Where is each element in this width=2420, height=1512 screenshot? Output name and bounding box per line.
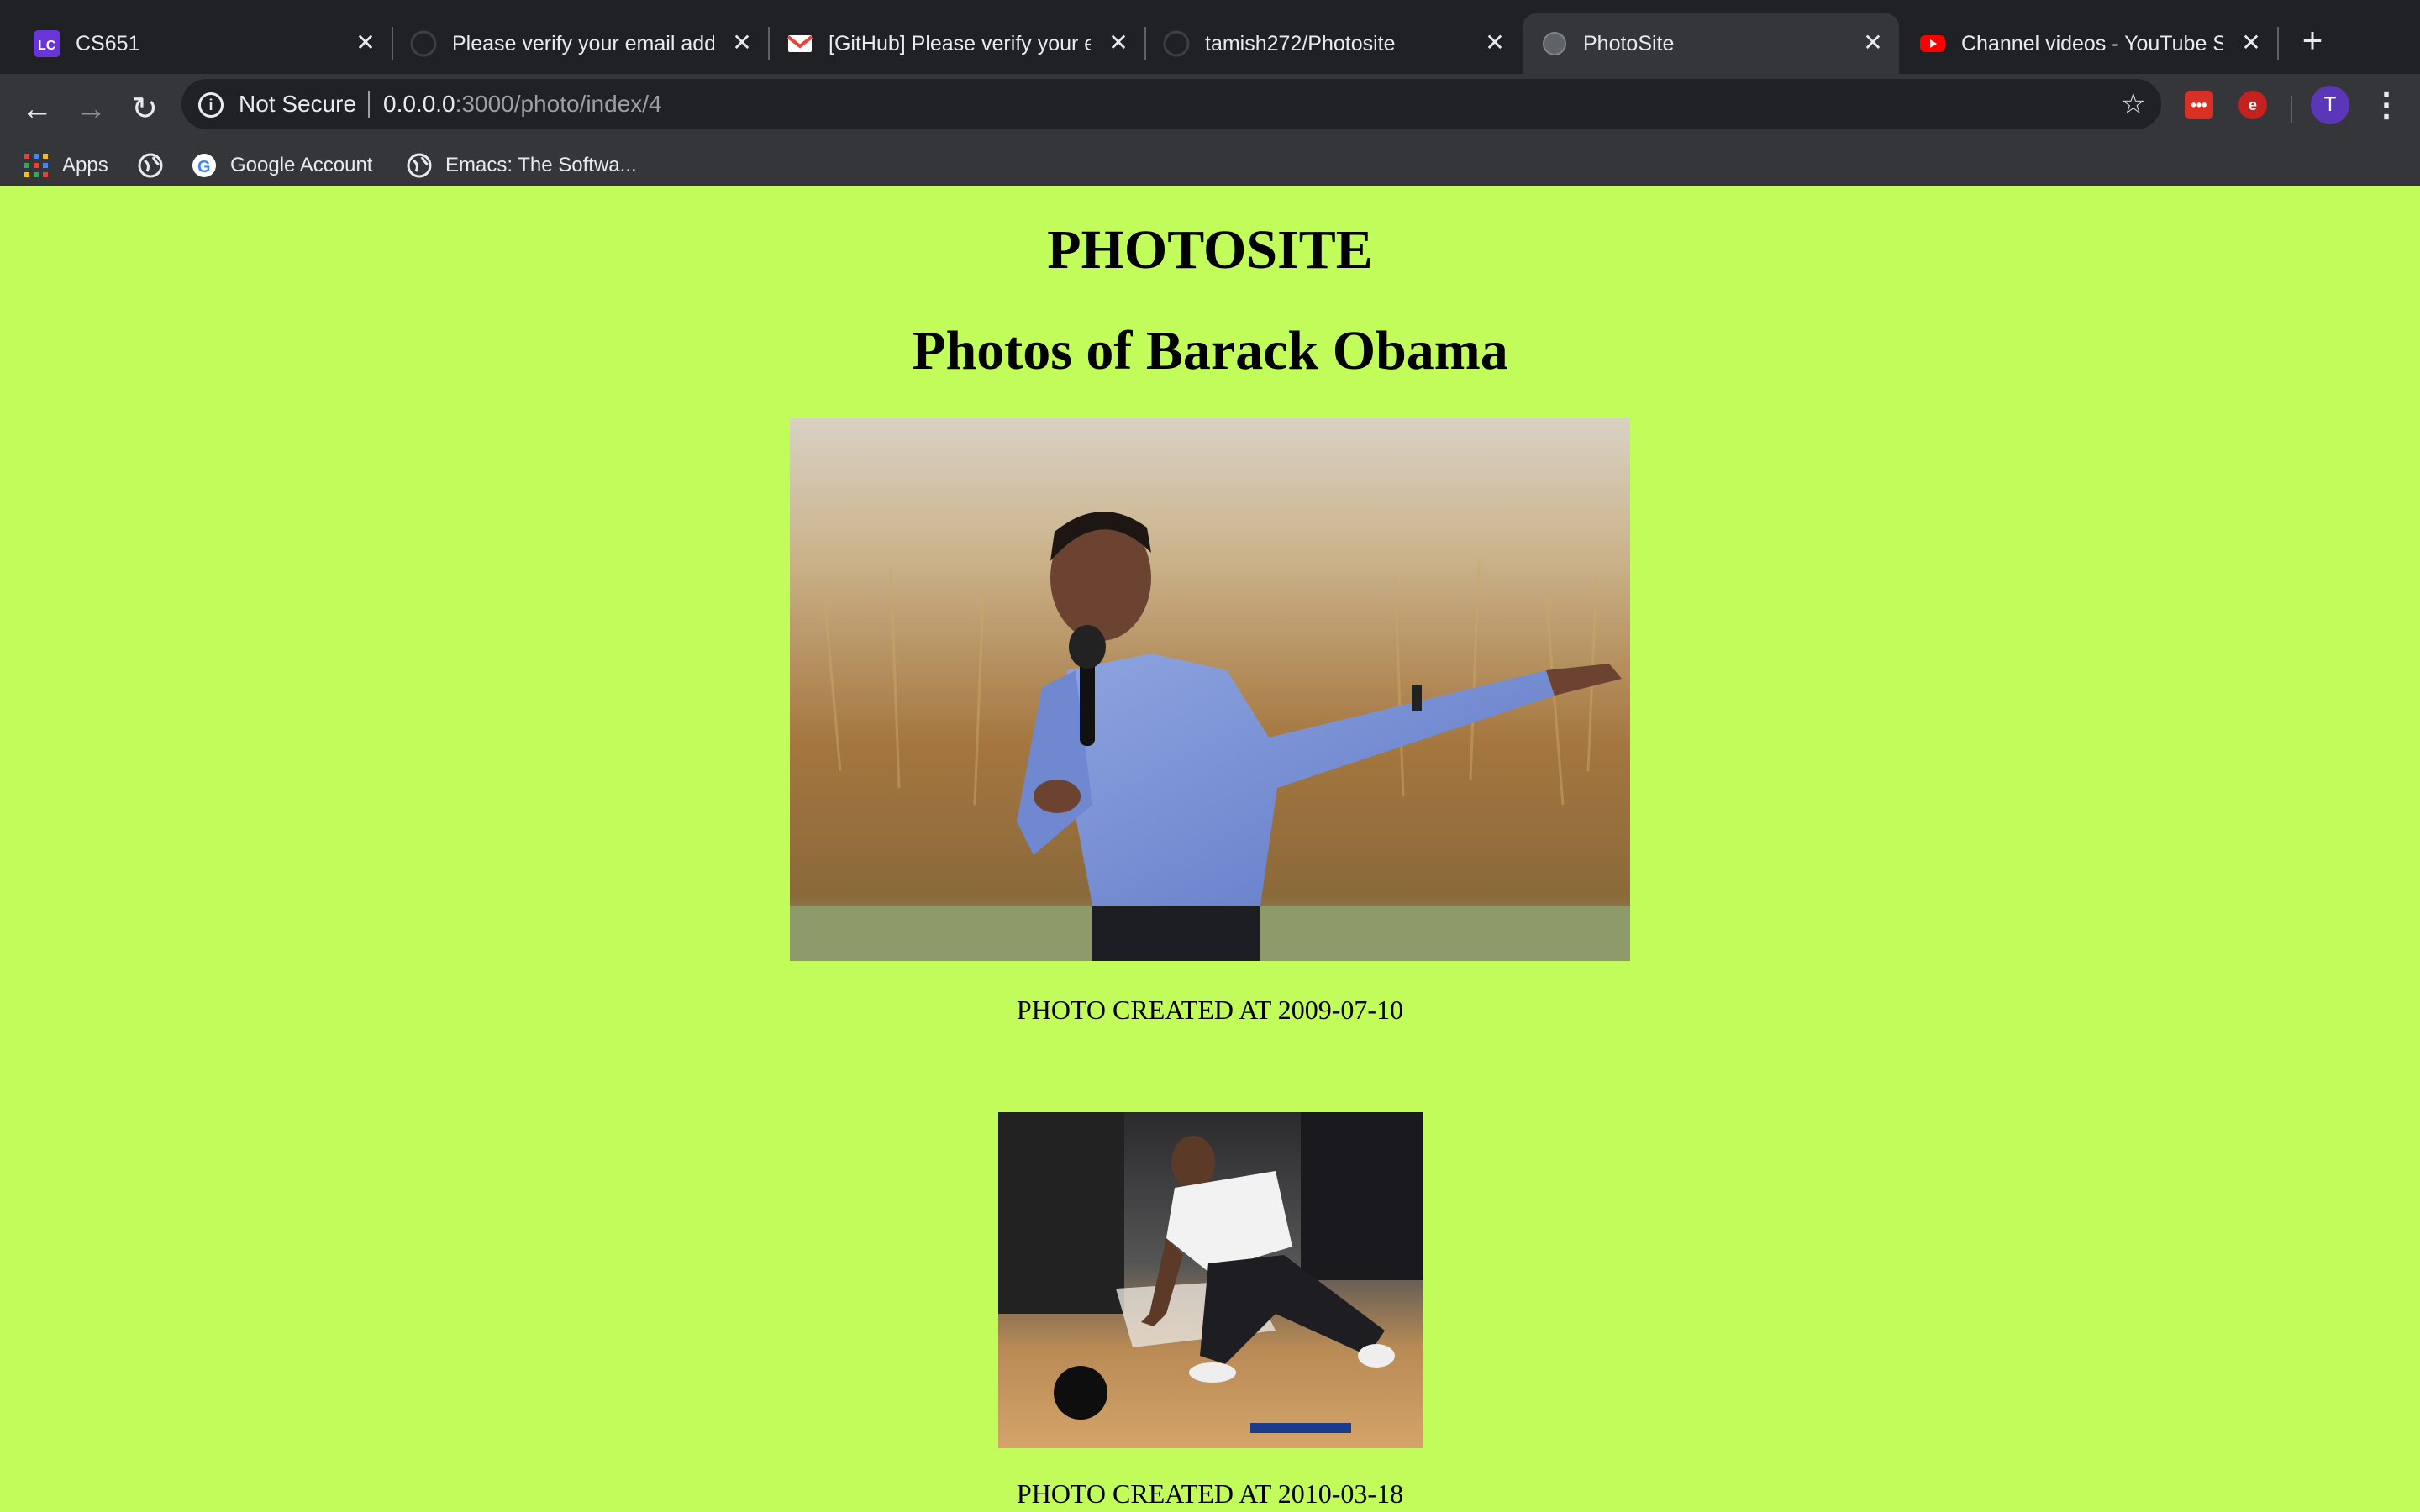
- lc-app-icon: LC: [34, 30, 60, 57]
- page-heading: Photos of Barack Obama: [912, 320, 1508, 381]
- tab-title: PhotoSite: [1583, 32, 1675, 55]
- tab-github-verify[interactable]: [GitHub] Please verify your email ✕: [768, 13, 1146, 74]
- close-tab-icon[interactable]: ✕: [1481, 29, 1509, 57]
- close-tab-icon[interactable]: ✕: [351, 29, 380, 57]
- back-arrow-icon[interactable]: ←: [15, 87, 59, 131]
- address-separator: [368, 91, 370, 118]
- close-tab-icon[interactable]: ✕: [1859, 29, 1887, 57]
- bookmark-label: Apps: [62, 154, 108, 176]
- close-tab-icon[interactable]: ✕: [2237, 29, 2265, 57]
- expressvpn-extension-icon[interactable]: e: [2238, 91, 2267, 119]
- gmail-icon: [786, 30, 813, 57]
- globe-icon: [138, 153, 163, 178]
- tab-title: Channel videos - YouTube Studio: [1961, 32, 2223, 55]
- svg-text:LC: LC: [38, 39, 56, 53]
- info-icon[interactable]: i: [198, 92, 224, 118]
- tab-title: Please verify your email address: [452, 32, 714, 55]
- site-title: PHOTOSITE: [1047, 219, 1373, 281]
- svg-text:G: G: [197, 158, 211, 176]
- photo-caption: PHOTO CREATED AT 2010-03-18: [1016, 1478, 1404, 1509]
- tab-title: tamish272/Photosite: [1205, 32, 1396, 55]
- photo-image: [998, 1112, 1423, 1448]
- reload-icon[interactable]: ↻: [123, 87, 166, 131]
- tab-photosite[interactable]: PhotoSite ✕: [1523, 13, 1899, 74]
- apps-grid-icon: [24, 153, 49, 178]
- photo-image: [790, 418, 1630, 961]
- bookmark-globe[interactable]: [138, 144, 166, 186]
- kebab-menu-icon[interactable]: ⋮: [2370, 86, 2403, 124]
- globe-icon: [407, 153, 432, 178]
- photo-caption: PHOTO CREATED AT 2009-07-10: [1016, 995, 1404, 1025]
- close-tab-icon[interactable]: ✕: [728, 29, 756, 57]
- page-content: PHOTOSITE Photos of Barack Obama PHOTO C…: [0, 186, 2420, 1512]
- github-icon: [1163, 30, 1190, 57]
- url-host: 0.0.0.0: [383, 91, 455, 117]
- security-label[interactable]: Not Secure: [239, 90, 356, 118]
- tab-title: [GitHub] Please verify your email: [829, 32, 1091, 55]
- tab-verify-email[interactable]: Please verify your email address ✕: [392, 13, 770, 74]
- toolbar-separator: [2291, 96, 2292, 123]
- toolbar: ← → ↻ i Not Secure 0.0.0.0:3000/photo/in…: [0, 74, 2420, 144]
- tab-separator: [2277, 27, 2279, 60]
- bookmark-label: Emacs: The Softwa...: [445, 154, 637, 176]
- youtube-icon: [1919, 30, 1946, 57]
- tab-strip: LC CS651 ✕ Please verify your email addr…: [0, 0, 2420, 74]
- tab-youtube-studio[interactable]: Channel videos - YouTube Studio ✕: [1901, 13, 2279, 74]
- bookmarks-bar: Apps G Google Account Emacs: The Softwa.…: [0, 144, 2420, 186]
- tab-photosite-repo[interactable]: tamish272/Photosite ✕: [1144, 13, 1521, 74]
- bookmark-star-icon[interactable]: ☆: [2121, 87, 2146, 121]
- forward-arrow-icon[interactable]: →: [69, 87, 113, 131]
- github-icon: [410, 30, 437, 57]
- address-bar[interactable]: i Not Secure 0.0.0.0:3000/photo/index/4 …: [182, 79, 2161, 129]
- globe-icon: [1541, 30, 1568, 57]
- google-icon: G: [192, 153, 217, 178]
- url-path: :3000/photo/index/4: [455, 91, 662, 117]
- browser-chrome: LC CS651 ✕ Please verify your email addr…: [0, 0, 2420, 186]
- tab-cs651[interactable]: LC CS651 ✕: [15, 13, 393, 74]
- close-tab-icon[interactable]: ✕: [1104, 29, 1133, 57]
- lastpass-extension-icon[interactable]: •••: [2185, 91, 2213, 119]
- url-text[interactable]: 0.0.0.0:3000/photo/index/4: [383, 90, 662, 118]
- new-tab-button[interactable]: +: [2296, 23, 2329, 58]
- profile-avatar[interactable]: T: [2311, 86, 2349, 124]
- bookmark-label: Google Account: [230, 154, 373, 176]
- tab-title: CS651: [76, 32, 140, 55]
